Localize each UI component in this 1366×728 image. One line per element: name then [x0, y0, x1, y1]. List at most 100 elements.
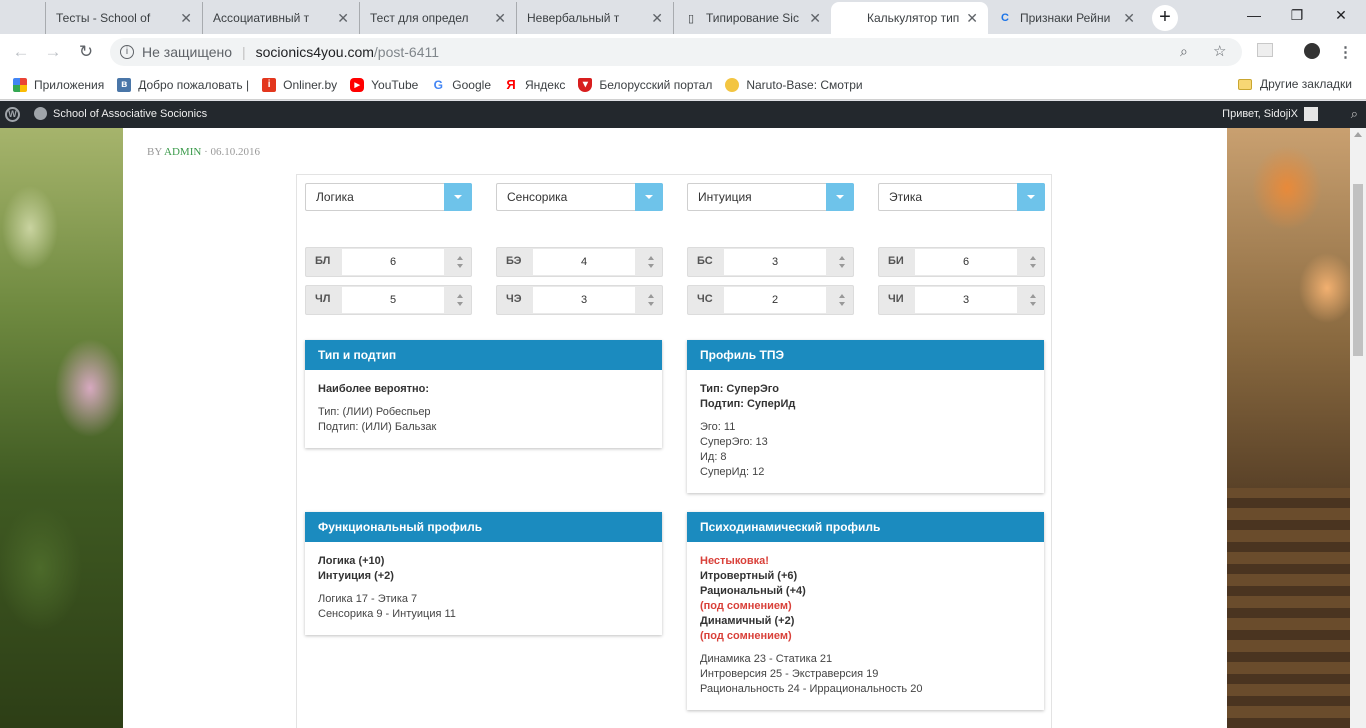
zoom-icon[interactable]: ⌕ — [1180, 43, 1188, 60]
spinner-icon[interactable] — [457, 256, 464, 268]
search-icon[interactable]: ⌕ — [1351, 106, 1358, 122]
number-input[interactable]: 3 — [724, 249, 826, 275]
bookmark-star-icon[interactable]: ☆ — [1213, 42, 1226, 60]
result-line: Динамика 23 - Статика 21 — [700, 653, 833, 665]
number-field-che: ЧЭ 3 — [496, 285, 663, 315]
field-label: ЧИ — [888, 293, 904, 305]
result-bold: Динамичный (+2) — [700, 615, 795, 627]
info-icon[interactable]: i — [120, 45, 134, 59]
bookmark-yandex[interactable]: Я Яндекс — [504, 77, 565, 92]
number-input[interactable]: 6 — [915, 249, 1017, 275]
close-window-button[interactable]: ✕ — [1326, 4, 1356, 26]
number-field-chs: ЧС 2 — [687, 285, 854, 315]
menu-icon[interactable]: ⋮ — [1338, 43, 1353, 61]
chevron-down-icon[interactable] — [826, 183, 854, 211]
spinner-icon[interactable] — [1030, 256, 1037, 268]
tab-nonverbal[interactable]: Невербальный т ✕ — [517, 2, 674, 34]
wordpress-logo-icon[interactable]: W — [5, 107, 20, 122]
bookmark-google[interactable]: G Google — [431, 77, 491, 92]
tab-typing[interactable]: ▯ Типирование Sic ✕ — [674, 2, 831, 34]
author-link[interactable]: ADMIN — [164, 146, 201, 158]
panel-tpe: Профиль ТПЭ Тип: СуперЭго Подтип: СуперИ… — [687, 340, 1044, 493]
tab-test-define[interactable]: Тест для определ ✕ — [360, 2, 517, 34]
select-intuition[interactable]: Интуиция — [687, 183, 854, 211]
bookmark-label: Google — [452, 77, 491, 92]
bookmark-vk[interactable]: в Добро пожаловать | — [117, 77, 250, 92]
bookmark-youtube[interactable]: ▶ YouTube — [350, 77, 418, 92]
apps-grid-icon — [13, 77, 27, 92]
number-field-bl: БЛ 6 — [305, 247, 472, 277]
chevron-down-icon[interactable] — [635, 183, 663, 211]
page-viewport: BY ADMIN · 06.10.2016 Логика Сенсорика И… — [0, 128, 1350, 728]
chevron-down-icon[interactable] — [444, 183, 472, 211]
close-tab-icon[interactable]: ✕ — [651, 10, 663, 27]
number-input[interactable]: 4 — [533, 249, 635, 275]
spinner-icon[interactable] — [648, 294, 655, 306]
close-tab-icon[interactable]: ✕ — [180, 10, 192, 27]
result-bold: Итровертный (+6) — [700, 570, 798, 582]
avatar[interactable] — [1304, 107, 1318, 121]
close-tab-icon[interactable]: ✕ — [1123, 10, 1135, 27]
address-bar[interactable]: i Не защищено | socionics4you.com/post-6… — [110, 38, 1242, 66]
extension-icon[interactable] — [1257, 43, 1273, 57]
spinner-icon[interactable] — [839, 294, 846, 306]
spinner-icon[interactable] — [1030, 294, 1037, 306]
field-label: ЧС — [697, 293, 713, 305]
select-ethics[interactable]: Этика — [878, 183, 1045, 211]
new-tab-button[interactable]: + — [1152, 5, 1178, 31]
tab-reinin[interactable]: C Признаки Рейни ✕ — [988, 2, 1145, 34]
select-value: Этика — [889, 190, 923, 204]
page-scrollbar[interactable] — [1350, 128, 1366, 728]
number-input[interactable]: 3 — [915, 287, 1017, 313]
scroll-up-icon[interactable] — [1354, 132, 1362, 137]
number-input[interactable]: 5 — [342, 287, 444, 313]
restore-button[interactable]: ❐ — [1282, 4, 1312, 26]
minimize-button[interactable]: — — [1239, 4, 1269, 26]
tab-associative[interactable]: Ассоциативный т ✕ — [203, 2, 360, 34]
profile-avatar-icon[interactable] — [1304, 43, 1320, 59]
forward-icon[interactable]: → — [42, 42, 64, 62]
scrollbar-thumb[interactable] — [1353, 184, 1363, 356]
result-bold: Подтип: СуперИд — [700, 398, 796, 410]
panel-body: Логика (+10) Интуиция (+2) Логика 17 - Э… — [305, 542, 662, 635]
site-name-link[interactable]: School of Associative Socionics — [34, 107, 207, 120]
tab-tests[interactable]: Тесты - School of ✕ — [46, 2, 203, 34]
close-tab-icon[interactable]: ✕ — [494, 10, 506, 27]
back-icon[interactable]: ← — [10, 42, 32, 62]
bookmark-onliner[interactable]: i Onliner.by — [262, 77, 337, 92]
warning-text: (под сомнением) — [700, 630, 792, 642]
bookmark-label: Белорусский портал — [599, 77, 713, 92]
bookmarks-bar: Приложения в Добро пожаловать | i Online… — [0, 70, 1366, 100]
close-tab-icon[interactable]: ✕ — [966, 10, 978, 27]
greeting[interactable]: Привет, SidojiX — [1222, 108, 1298, 120]
bookmark-apps[interactable]: Приложения — [13, 77, 104, 92]
select-logic[interactable]: Логика — [305, 183, 472, 211]
number-input[interactable]: 2 — [724, 287, 826, 313]
result-line: СуперИд: 12 — [700, 466, 765, 478]
select-sensing[interactable]: Сенсорика — [496, 183, 663, 211]
result-bold: Интуиция (+2) — [318, 570, 394, 582]
field-label: БИ — [888, 255, 904, 267]
bookmark-belarus[interactable]: ▾ Белорусский портал — [578, 77, 713, 92]
close-tab-icon[interactable]: ✕ — [337, 10, 349, 27]
number-input[interactable]: 6 — [342, 249, 444, 275]
bookmark-naruto[interactable]: Naruto-Base: Смотри — [725, 77, 863, 92]
number-input[interactable]: 3 — [533, 287, 635, 313]
spinner-icon[interactable] — [457, 294, 464, 306]
tab-calculator[interactable]: Калькулятор тип ✕ — [831, 2, 988, 34]
bookmark-label: Добро пожаловать | — [138, 77, 250, 92]
tab-empty[interactable] — [0, 2, 46, 34]
result-line: Ид: 8 — [700, 451, 727, 463]
spinner-icon[interactable] — [648, 256, 655, 268]
url-host: socionics4you.com — [255, 44, 374, 60]
panel-type: Тип и подтип Наиболее вероятно: Тип: (ЛИ… — [305, 340, 662, 448]
site-name: School of Associative Socionics — [53, 107, 208, 120]
chevron-down-icon[interactable] — [1017, 183, 1045, 211]
folder-icon — [1238, 78, 1253, 90]
other-bookmarks[interactable]: Другие закладки — [1238, 77, 1352, 91]
reload-icon[interactable]: ↻ — [75, 42, 97, 62]
spinner-icon[interactable] — [839, 256, 846, 268]
post-date: · 06.10.2016 — [201, 146, 260, 158]
close-tab-icon[interactable]: ✕ — [809, 10, 821, 27]
result-line: Логика 17 - Этика 7 — [318, 593, 418, 605]
